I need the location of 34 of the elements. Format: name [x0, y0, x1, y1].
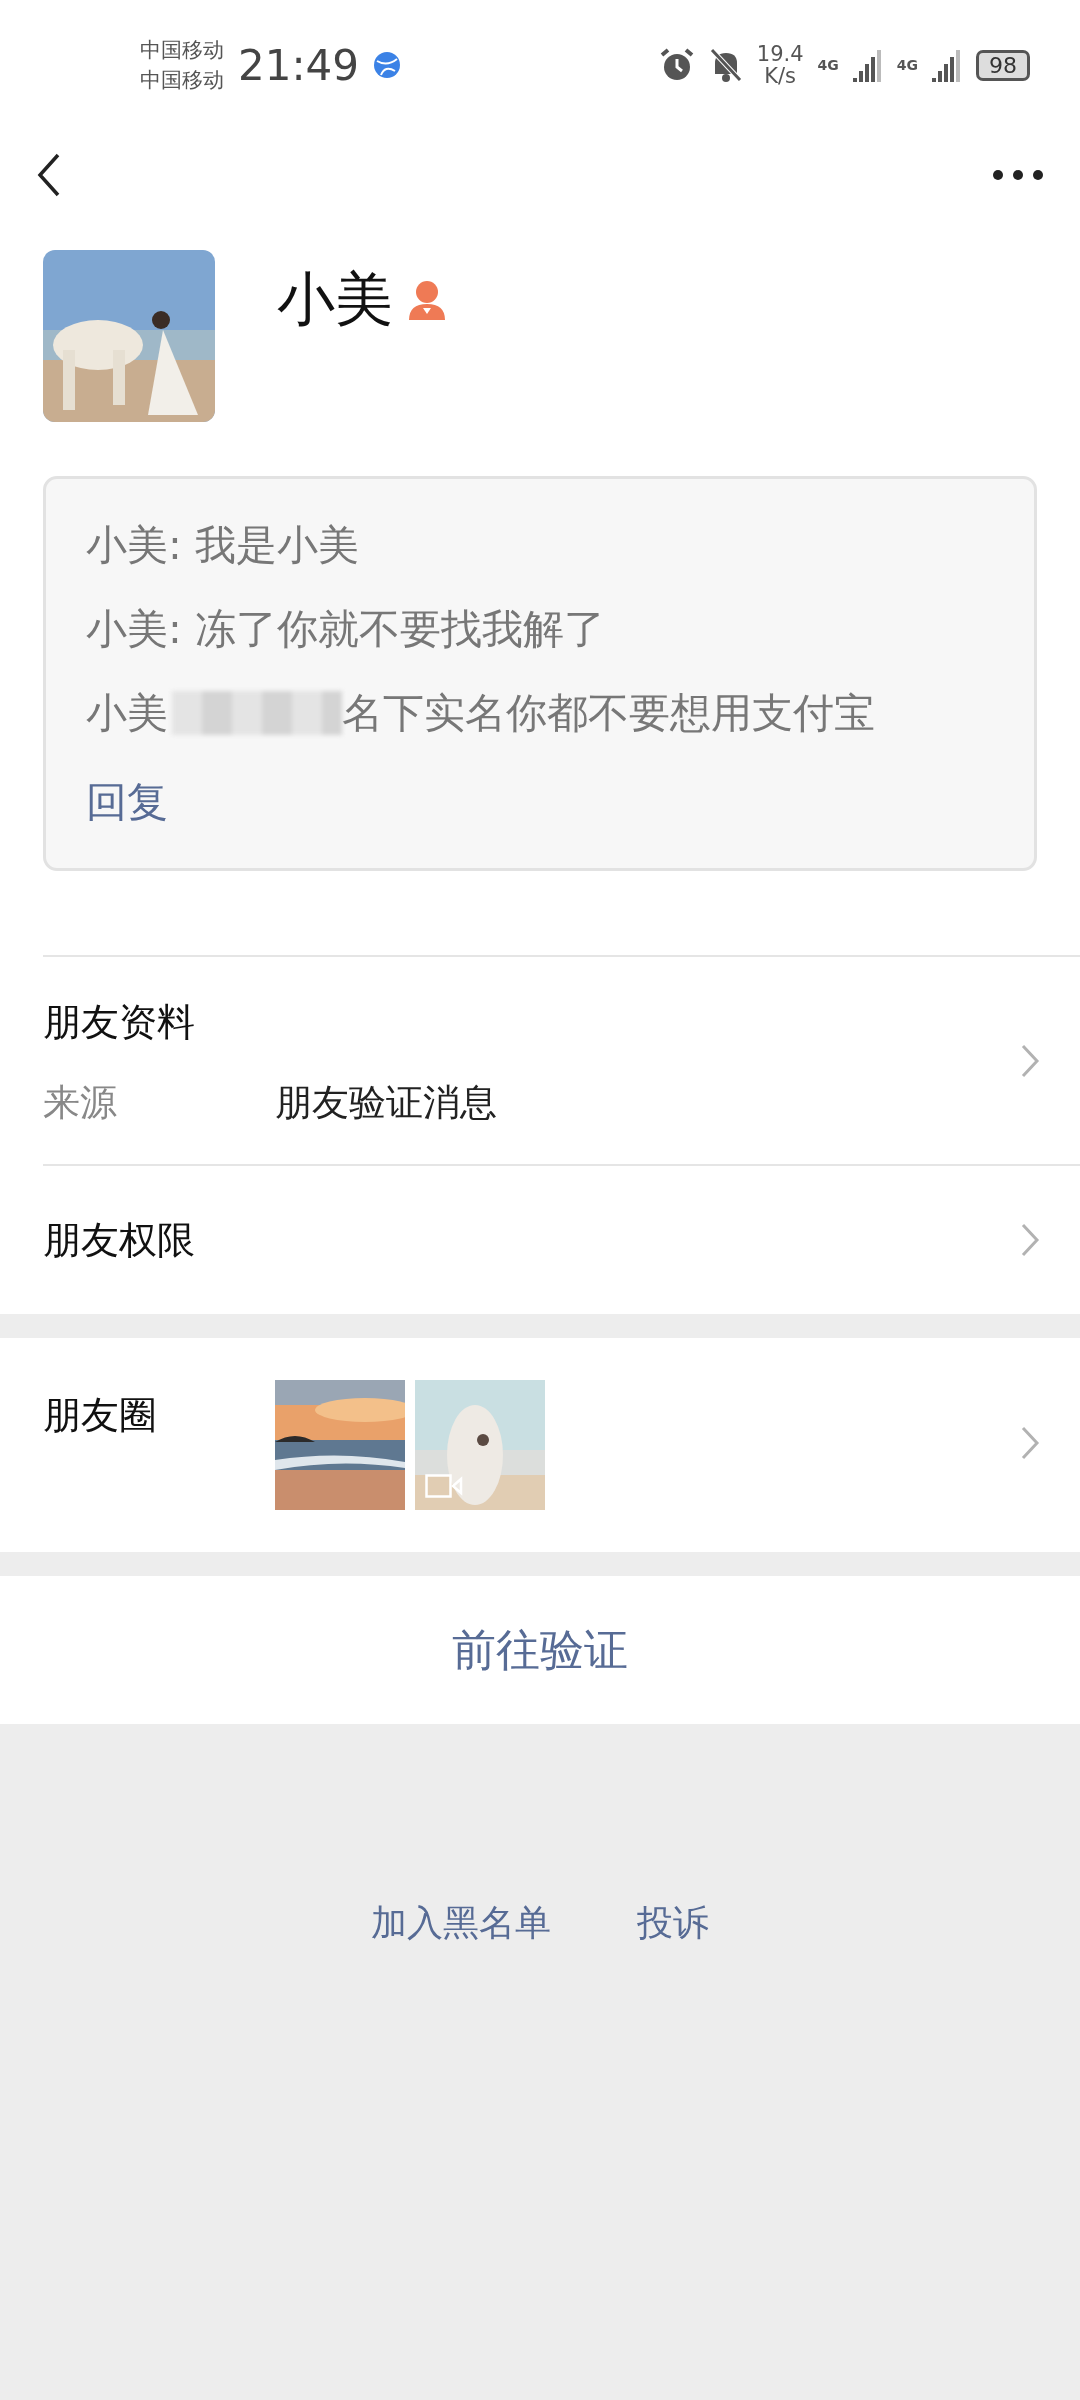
globe-icon [373, 51, 402, 79]
signal-icon [932, 48, 962, 82]
reply-link[interactable]: 回复 [86, 778, 168, 826]
chevron-right-icon [1020, 1222, 1040, 1258]
back-icon[interactable] [36, 152, 62, 198]
network-speed: 19.4 [756, 43, 804, 65]
clock: 21:49 [238, 40, 360, 90]
field-label: 来源 [43, 1080, 118, 1126]
section-title[interactable]: 朋友资料 [43, 997, 497, 1048]
battery-level: 98 [976, 49, 1030, 81]
verify-button[interactable]: 前往验证 [0, 1576, 1080, 1724]
section-title[interactable]: 朋友权限 [43, 1214, 195, 1266]
chevron-right-icon [1020, 1042, 1040, 1079]
muted-bell-icon [708, 47, 743, 83]
carrier-name: 中国移动 [140, 37, 224, 64]
message-text: 小美: 我是小美 [86, 523, 359, 567]
network-type: 4G [817, 57, 839, 73]
carrier-name: 中国移动 [140, 67, 224, 94]
field-value: 朋友验证消息 [275, 1080, 497, 1126]
message-sender: 小美 [86, 691, 168, 735]
message-text: 小美: 冻了你就不要找我解了 [86, 607, 605, 651]
contact-name: 小美 [277, 264, 393, 335]
video-camera-icon [425, 1474, 463, 1498]
footer-link[interactable]: 加入黑名单 [371, 1899, 551, 1948]
speed-unit: K/s [764, 65, 797, 87]
alarm-icon [658, 47, 695, 83]
message-text: 名下实名你都不要想用支付宝 [342, 691, 875, 735]
chevron-right-icon [1020, 1425, 1040, 1461]
signal-icon [852, 48, 883, 82]
more-icon[interactable] [992, 169, 1044, 181]
person-icon [407, 278, 447, 322]
network-type: 4G [896, 57, 918, 73]
footer-link[interactable]: 投诉 [637, 1899, 709, 1948]
section-title[interactable]: 朋友圈 [43, 1390, 275, 1441]
